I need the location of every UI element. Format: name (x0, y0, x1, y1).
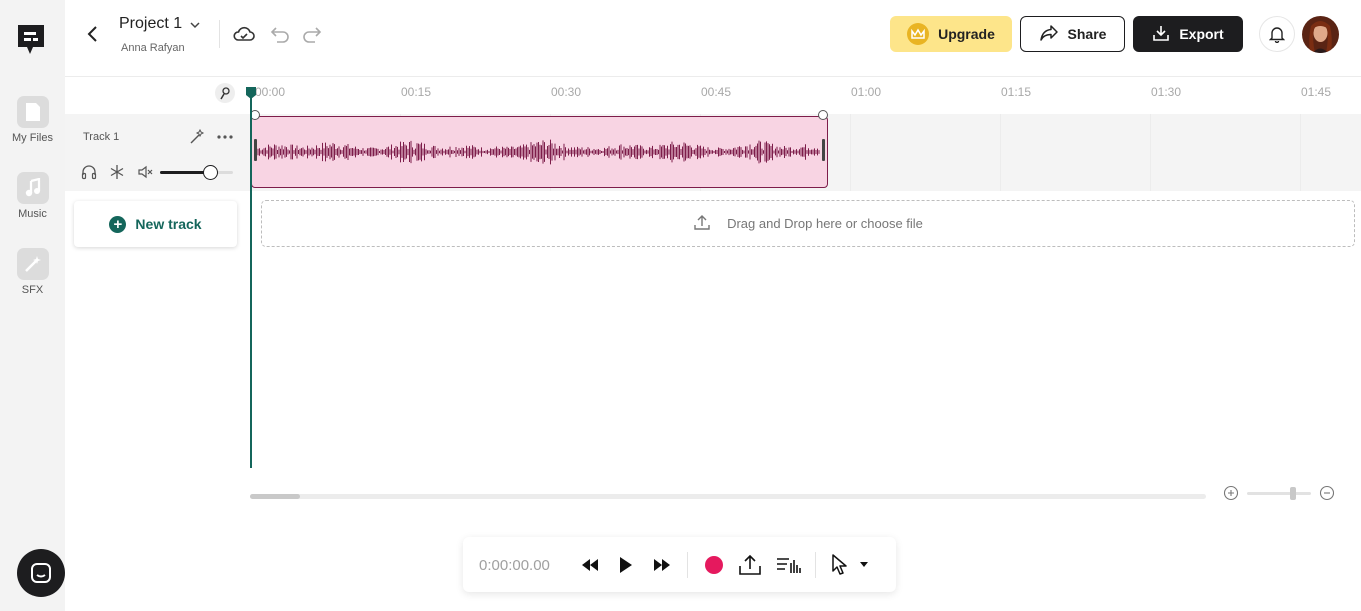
headphones-icon[interactable] (81, 164, 97, 180)
zoom-in-icon[interactable] (1223, 485, 1239, 501)
magic-wand-icon (16, 248, 49, 280)
cloud-sync-icon[interactable] (232, 24, 256, 44)
grid-line (1300, 114, 1301, 191)
ruler-tick: 01:15 (1001, 85, 1032, 99)
waveform (257, 139, 820, 165)
crown-icon (907, 23, 930, 45)
timeline-ruler[interactable]: 00:00 00:15 00:30 00:45 01:00 01:15 01:3… (250, 77, 1361, 109)
sidebar-item-label: Music (18, 208, 47, 220)
upload-icon (693, 213, 711, 234)
project-title[interactable]: Project 1 (119, 15, 182, 33)
podcastle-logo-icon[interactable] (15, 22, 47, 58)
project-owner: Anna Rafyan (121, 42, 185, 54)
audio-clip[interactable] (251, 116, 828, 188)
new-track-button[interactable]: + New track (74, 201, 237, 247)
export-label: Export (1179, 26, 1224, 42)
caret-down-icon[interactable] (857, 553, 871, 577)
grid-line (1150, 114, 1151, 191)
playhead-handle[interactable] (245, 86, 257, 100)
track-name[interactable]: Track 1 (83, 131, 119, 143)
export-button[interactable]: Export (1133, 16, 1243, 52)
fast-forward-icon[interactable] (651, 553, 673, 577)
share-button[interactable]: Share (1020, 16, 1125, 52)
sidebar-item-label: My Files (12, 132, 53, 144)
cursor-pointer-icon[interactable] (829, 553, 851, 577)
zoom-out-icon[interactable] (1319, 485, 1335, 501)
timeline-scrollbar-thumb[interactable] (250, 494, 300, 499)
transport-divider (687, 552, 688, 578)
ruler-tick: 01:00 (851, 85, 882, 99)
avatar[interactable] (1302, 16, 1339, 53)
clip-trim-handle-left[interactable] (254, 139, 257, 161)
timeline-scrollbar[interactable] (250, 494, 1206, 499)
redo-icon[interactable] (300, 24, 324, 44)
chevron-down-icon[interactable] (188, 18, 202, 32)
file-icon (16, 96, 49, 128)
volume-slider[interactable] (160, 165, 233, 180)
grid-line (1000, 114, 1001, 191)
record-button[interactable] (704, 553, 724, 577)
more-options-icon[interactable] (216, 129, 233, 145)
magnet-snap-icon[interactable] (215, 83, 235, 103)
share-label: Share (1067, 26, 1107, 42)
plus-icon: + (109, 215, 127, 233)
record-icon (705, 556, 723, 574)
track-header: Track 1 (65, 114, 250, 191)
bell-icon[interactable] (1259, 16, 1295, 52)
timecode: 0:00:00.00 (479, 557, 550, 574)
clip-trim-handle-right[interactable] (822, 139, 825, 161)
zoom-slider-thumb[interactable] (1290, 487, 1297, 500)
file-drop-zone[interactable]: Drag and Drop here or choose file (261, 200, 1355, 247)
ruler-tick: 00:15 (401, 85, 432, 99)
ruler-tick: 00:30 (551, 85, 582, 99)
new-track-label: New track (135, 216, 202, 232)
transport-divider (815, 552, 816, 578)
back-arrow-icon[interactable] (83, 24, 103, 44)
music-note-icon (16, 172, 49, 204)
ruler-tick: 01:30 (1151, 85, 1182, 99)
playhead-line (250, 95, 252, 468)
left-sidebar: My Files Music SFX (0, 0, 65, 611)
mute-icon[interactable] (137, 164, 153, 180)
upload-icon[interactable] (737, 553, 763, 577)
download-icon (1152, 24, 1170, 45)
undo-icon[interactable] (268, 24, 292, 44)
sidebar-item-label: SFX (21, 284, 44, 296)
drop-zone-label: Drag and Drop here or choose file (727, 216, 923, 231)
upgrade-label: Upgrade (938, 26, 995, 42)
sidebar-item-my-files[interactable]: My Files (0, 96, 65, 144)
rewind-icon[interactable] (579, 553, 601, 577)
ruler-tick: 00:00 (255, 85, 286, 99)
chat-icon[interactable] (17, 549, 65, 597)
upgrade-button[interactable]: Upgrade (890, 16, 1012, 52)
magic-wand-icon[interactable] (189, 128, 205, 145)
ruler-tick: 01:45 (1301, 85, 1332, 99)
grid-line (850, 114, 851, 191)
clip-fade-out-handle[interactable] (818, 110, 828, 120)
ruler-tick: 00:45 (701, 85, 732, 99)
share-icon (1039, 24, 1059, 45)
sidebar-item-music[interactable]: Music (0, 172, 65, 220)
audio-levels-icon[interactable] (775, 553, 803, 577)
header-divider (219, 20, 220, 48)
volume-slider-thumb[interactable] (202, 165, 218, 180)
transport-bar: 0:00:00.00 (463, 537, 896, 592)
snowflake-icon[interactable] (109, 164, 125, 180)
zoom-slider[interactable] (1247, 487, 1311, 500)
sidebar-item-sfx[interactable]: SFX (0, 248, 65, 296)
play-icon[interactable] (617, 553, 635, 577)
